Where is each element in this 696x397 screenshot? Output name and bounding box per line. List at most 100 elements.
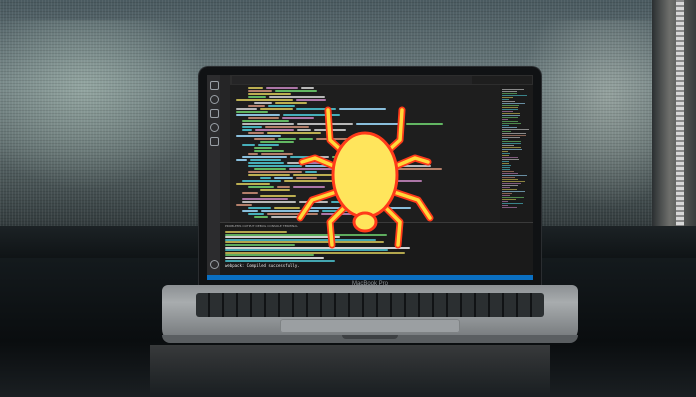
code-line	[242, 210, 258, 212]
code-line	[248, 174, 290, 176]
minimap-line	[502, 161, 509, 162]
terminal-line	[225, 257, 324, 259]
lid-notch	[342, 335, 398, 339]
minimap-line	[502, 159, 519, 160]
minimap-line	[502, 203, 523, 204]
code-line	[266, 87, 298, 89]
code-line	[277, 186, 290, 188]
editor-tab	[376, 76, 424, 84]
editor-tab	[328, 76, 376, 84]
code-line	[242, 144, 255, 146]
code-line	[248, 207, 271, 209]
minimap-line	[502, 139, 508, 140]
laptop-base	[162, 285, 578, 343]
minimap-line	[502, 129, 529, 130]
terminal-line	[225, 259, 335, 262]
code-line	[236, 204, 252, 206]
minimap-line	[502, 165, 511, 166]
desk-reflection	[150, 345, 550, 397]
minimap-line	[502, 145, 514, 146]
minimap-line	[502, 189, 517, 190]
terminal-line	[225, 231, 287, 233]
code-line	[269, 96, 325, 98]
minimap-line	[502, 163, 509, 164]
code-line	[248, 213, 264, 215]
minimap-line	[502, 119, 508, 120]
minimap-line	[502, 137, 520, 138]
minimap-line	[502, 193, 512, 194]
minimap-line	[502, 125, 509, 126]
editor-tab-active	[472, 76, 532, 84]
code-line	[254, 102, 272, 104]
minimap-line	[502, 101, 515, 102]
minimap-line	[502, 143, 521, 144]
minimap-line	[502, 103, 525, 104]
code-line	[242, 120, 289, 122]
code-line	[236, 99, 293, 101]
minimap-line	[502, 177, 515, 178]
minimap-line	[502, 89, 524, 90]
code-line	[254, 216, 268, 218]
minimap-line	[502, 191, 525, 192]
code-line	[248, 87, 263, 89]
minimap-line	[502, 187, 510, 188]
minimap-line	[502, 93, 517, 94]
search-icon	[210, 95, 219, 104]
code-line	[248, 186, 274, 188]
minimap-line	[502, 181, 525, 182]
code-line	[236, 111, 268, 113]
code-line	[248, 132, 264, 134]
minimap-line	[502, 141, 521, 142]
trackpad	[280, 319, 460, 333]
editor-tab-strip	[230, 75, 533, 85]
code-line	[242, 126, 262, 128]
spider-body	[331, 131, 399, 219]
minimap-line	[502, 155, 509, 156]
spider-icon	[296, 106, 434, 249]
spider-head	[352, 211, 378, 233]
code-line	[236, 108, 257, 110]
code-line	[248, 90, 272, 92]
code-line	[254, 138, 275, 140]
minimap-line	[502, 149, 522, 150]
minimap-line	[502, 153, 510, 154]
debug-icon	[210, 123, 219, 132]
minimap-line	[502, 169, 510, 170]
code-line	[248, 93, 291, 95]
code-line	[242, 129, 252, 131]
keyboard	[196, 293, 544, 317]
minimap-line	[502, 147, 521, 148]
minimap-line	[502, 207, 517, 208]
minimap-line	[502, 123, 521, 124]
panel-tabs: PROBLEMS OUTPUT DEBUG CONSOLE TERMINAL	[225, 224, 298, 228]
code-line	[242, 156, 287, 158]
code-line	[248, 105, 265, 107]
code-line	[260, 177, 271, 179]
terminal-line	[225, 244, 295, 246]
code-line	[242, 198, 288, 200]
code-line	[242, 123, 294, 125]
code-line	[242, 201, 296, 203]
minimap-line	[502, 135, 526, 136]
code-line	[254, 168, 286, 170]
code-line	[242, 192, 258, 194]
minimap-line	[502, 97, 513, 98]
minimap-line	[502, 199, 516, 200]
minimap-line	[502, 91, 517, 92]
source-control-icon	[210, 109, 219, 118]
code-line	[248, 96, 266, 98]
minimap-line	[502, 179, 518, 180]
minimap-line	[502, 115, 520, 116]
code-line	[261, 153, 293, 155]
code-line	[255, 129, 294, 131]
photo-scene: PROBLEMS OUTPUT DEBUG CONSOLE TERMINAL w…	[0, 0, 696, 397]
code-line	[236, 114, 280, 116]
minimap-line	[502, 107, 518, 108]
editor-tab	[280, 76, 328, 84]
code-line	[236, 183, 270, 185]
code-line	[254, 147, 272, 149]
code-line	[254, 150, 284, 152]
code-line	[248, 117, 279, 119]
minimap-line	[502, 95, 527, 96]
minimap-line	[502, 173, 518, 174]
